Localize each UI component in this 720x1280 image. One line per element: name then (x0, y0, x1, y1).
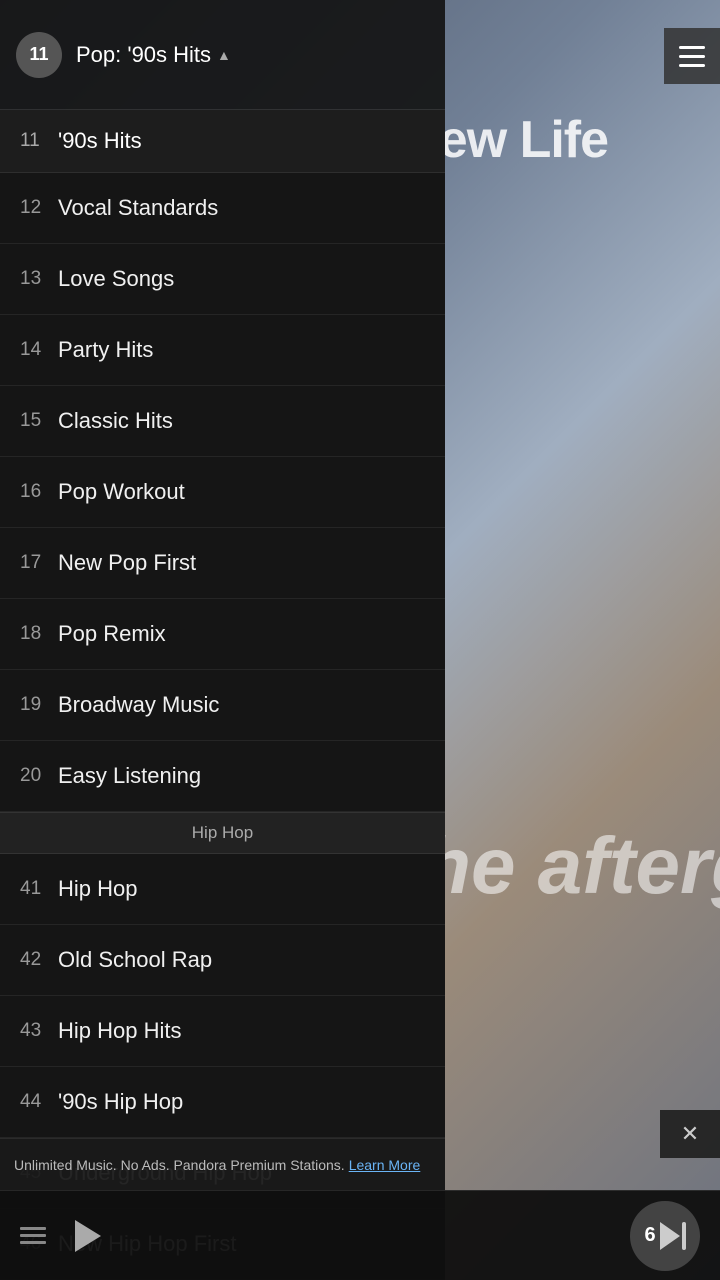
menu-bar-3 (679, 64, 705, 67)
pop-station-item[interactable]: 15 Classic Hits (0, 386, 445, 457)
hiphop-section-label: Hip Hop (192, 823, 253, 843)
ad-banner: Unlimited Music. No Ads. Pandora Premium… (0, 1138, 445, 1190)
track-number: 6 (644, 1224, 655, 1247)
station-dropdown: 11 '90s Hits 12 Vocal Standards 13 Love … (0, 110, 445, 1280)
station-label: New Pop First (58, 550, 196, 576)
pop-stations-list: 12 Vocal Standards 13 Love Songs 14 Part… (0, 173, 445, 812)
active-item-label: '90s Hits (58, 128, 142, 154)
station-label: '90s Hip Hop (58, 1089, 183, 1115)
station-number: 12 (20, 197, 58, 219)
close-icon: ✕ (681, 1121, 699, 1147)
pop-station-item[interactable]: 14 Party Hits (0, 315, 445, 386)
station-number: 43 (20, 1020, 58, 1042)
station-number: 44 (20, 1091, 58, 1113)
station-label: Pop Workout (58, 479, 185, 505)
station-label: Party Hits (58, 337, 153, 363)
pop-station-item[interactable]: 12 Vocal Standards (0, 173, 445, 244)
hiphop-station-item[interactable]: 44 '90s Hip Hop (0, 1067, 445, 1138)
next-track-icon (660, 1222, 680, 1250)
list-line-1 (20, 1227, 46, 1230)
station-label: Pop Remix (58, 621, 166, 647)
list-line-3 (20, 1241, 46, 1244)
station-number: 14 (20, 339, 58, 361)
station-label: Hip Hop (58, 876, 137, 902)
hiphop-station-item[interactable]: 43 Hip Hop Hits (0, 996, 445, 1067)
next-track-end-bar (682, 1222, 686, 1250)
play-button[interactable] (62, 1210, 114, 1262)
close-button[interactable]: ✕ (660, 1110, 720, 1158)
station-label: Vocal Standards (58, 195, 218, 221)
header-badge: 11 (16, 32, 62, 78)
active-item-number: 11 (20, 130, 58, 152)
station-label: Broadway Music (58, 692, 219, 718)
station-number: 42 (20, 949, 58, 971)
station-number: 15 (20, 410, 58, 432)
player-left-controls (20, 1210, 630, 1262)
pop-station-item[interactable]: 20 Easy Listening (0, 741, 445, 812)
station-number: 19 (20, 694, 58, 716)
next-track-button[interactable] (660, 1222, 686, 1250)
station-number: 41 (20, 878, 58, 900)
station-label: Hip Hop Hits (58, 1018, 181, 1044)
hiphop-station-item[interactable]: 41 Hip Hop (0, 854, 445, 925)
menu-bar-2 (679, 55, 705, 58)
pop-station-item[interactable]: 17 New Pop First (0, 528, 445, 599)
active-station-item[interactable]: 11 '90s Hits (0, 110, 445, 173)
station-number: 20 (20, 765, 58, 787)
header-title: Pop: '90s Hits (76, 42, 211, 68)
station-number: 17 (20, 552, 58, 574)
pop-station-item[interactable]: 18 Pop Remix (0, 599, 445, 670)
ad-text: Unlimited Music. No Ads. Pandora Premium… (14, 1157, 345, 1173)
play-icon (75, 1220, 101, 1252)
hiphop-station-item[interactable]: 42 Old School Rap (0, 925, 445, 996)
header-bar: 11 Pop: '90s Hits ▲ (0, 0, 445, 110)
station-number: 13 (20, 268, 58, 290)
header-arrow-icon: ▲ (217, 47, 231, 63)
menu-bar-1 (679, 46, 705, 49)
station-number: 16 (20, 481, 58, 503)
pop-station-item[interactable]: 13 Love Songs (0, 244, 445, 315)
track-number-badge: 6 (630, 1201, 700, 1271)
station-label: Easy Listening (58, 763, 201, 789)
player-right-controls: 6 (630, 1201, 700, 1271)
list-line-2 (20, 1234, 46, 1237)
station-label: Love Songs (58, 266, 174, 292)
hiphop-section-divider: Hip Hop (0, 812, 445, 854)
pop-station-item[interactable]: 16 Pop Workout (0, 457, 445, 528)
list-view-icon[interactable] (20, 1227, 46, 1244)
player-bar: 6 (0, 1190, 720, 1280)
ad-learn-more-link[interactable]: Learn More (349, 1157, 421, 1173)
menu-button[interactable] (664, 28, 720, 84)
pop-station-item[interactable]: 19 Broadway Music (0, 670, 445, 741)
station-label: Classic Hits (58, 408, 173, 434)
station-number: 18 (20, 623, 58, 645)
station-label: Old School Rap (58, 947, 212, 973)
